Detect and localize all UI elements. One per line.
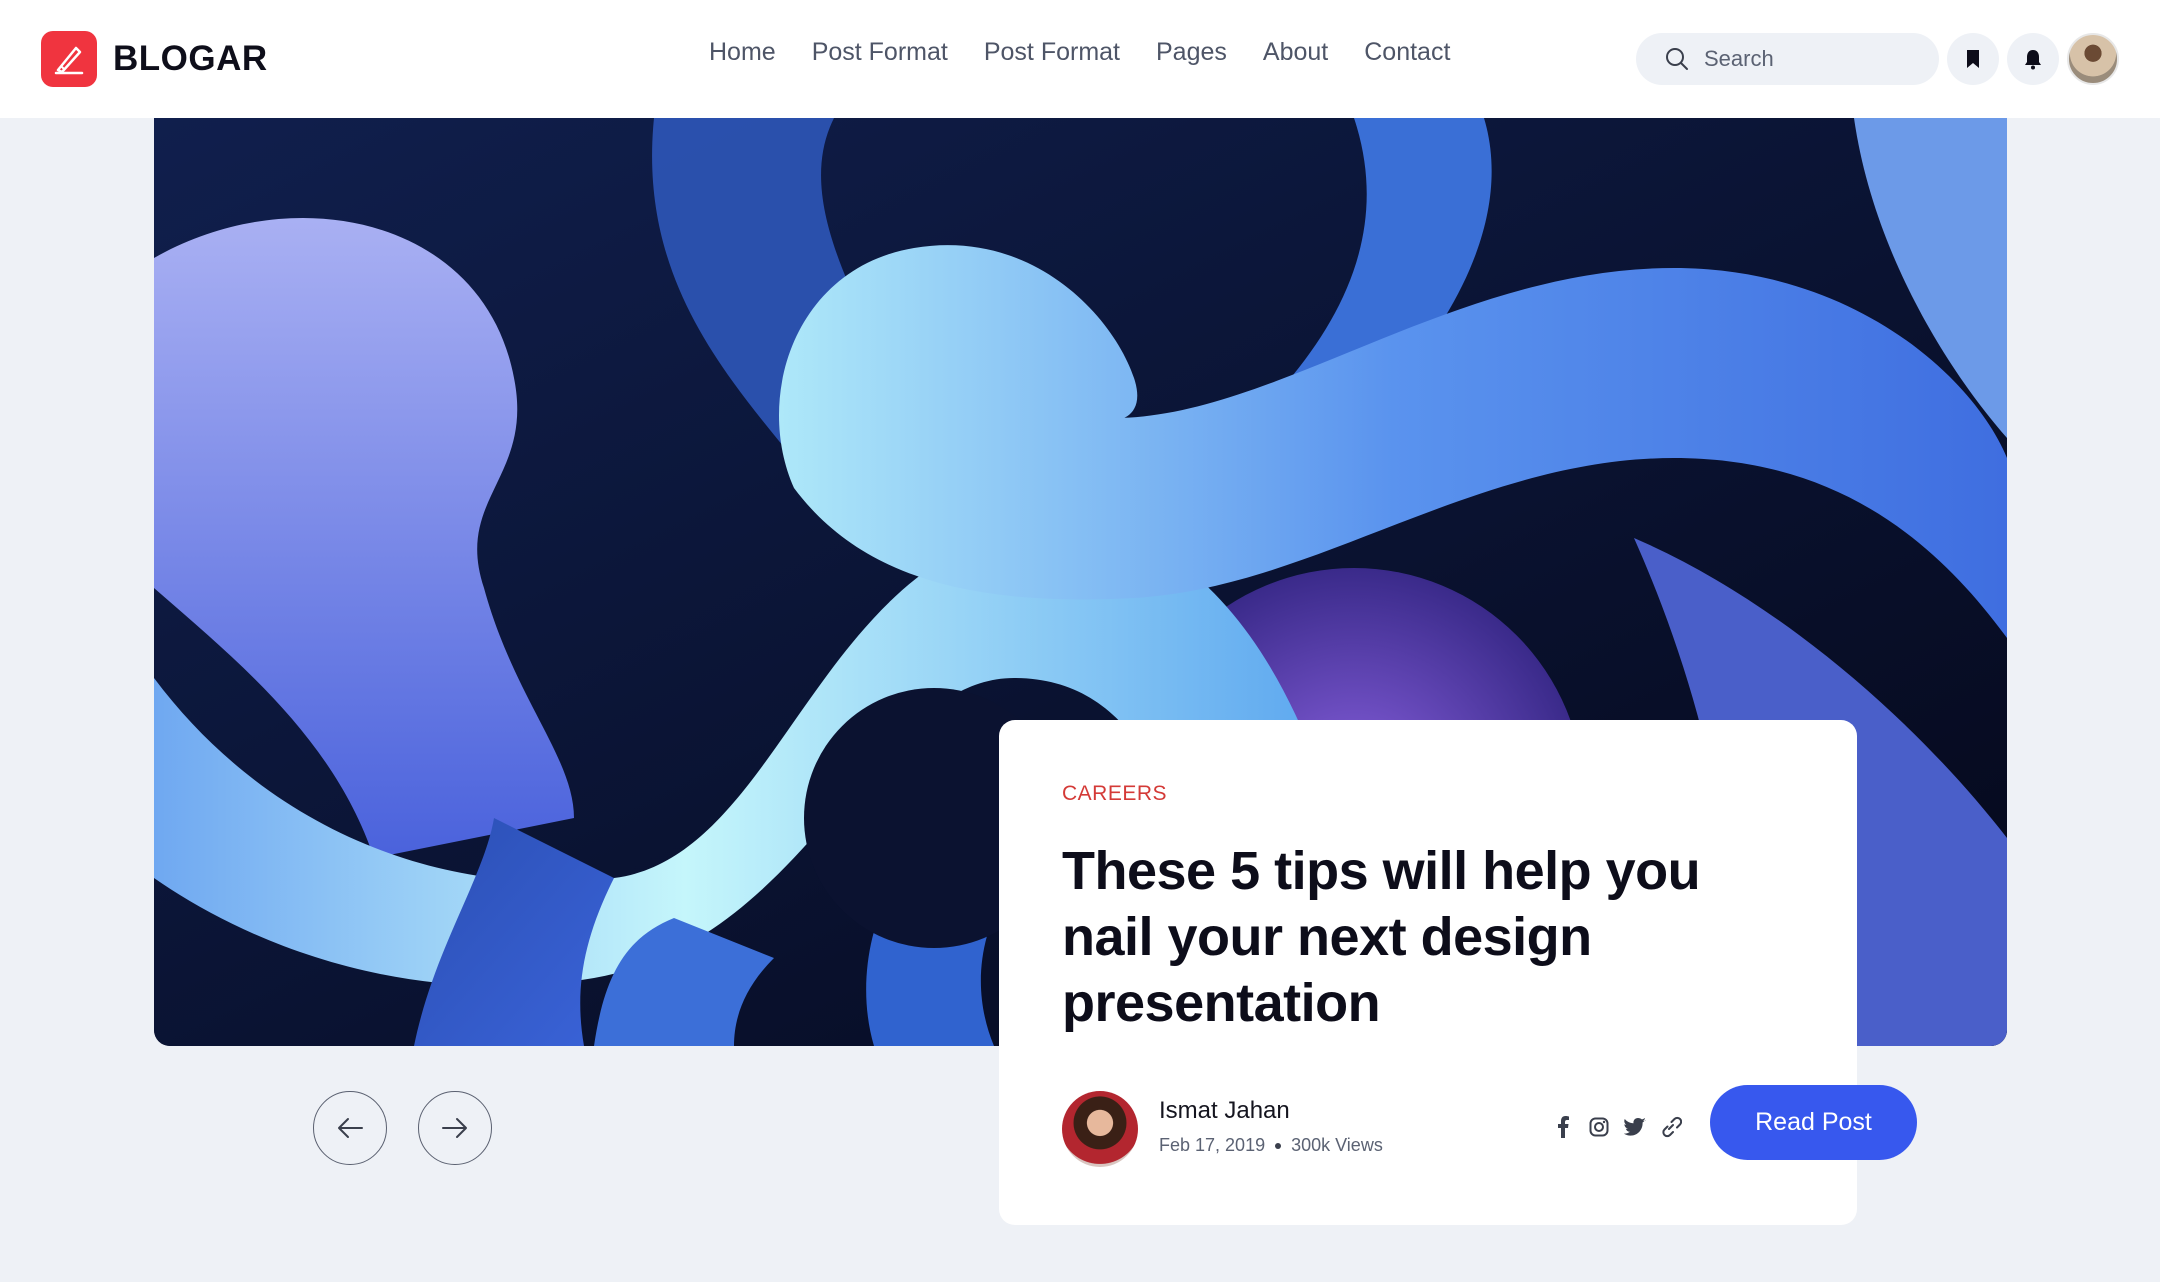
post-meta: Feb 17, 2019 300k Views xyxy=(1159,1135,1383,1156)
post-views: 300k Views xyxy=(1291,1135,1383,1155)
logo[interactable]: BLOGAR xyxy=(41,31,268,87)
author-avatar[interactable] xyxy=(1062,1091,1138,1167)
author-name[interactable]: Ismat Jahan xyxy=(1159,1097,1290,1125)
arrow-left-icon xyxy=(338,1118,363,1138)
user-avatar[interactable] xyxy=(2067,33,2119,85)
search-box[interactable] xyxy=(1636,33,1939,85)
next-slide-button[interactable] xyxy=(418,1091,492,1165)
post-date: Feb 17, 2019 xyxy=(1159,1135,1266,1155)
arrow-right-icon xyxy=(442,1118,467,1138)
nav-item-post-format-2[interactable]: Post Format xyxy=(984,38,1120,67)
logo-text: BLOGAR xyxy=(113,39,268,78)
post-category[interactable]: CAREERS xyxy=(1062,782,1167,806)
read-post-button[interactable]: Read Post xyxy=(1710,1085,1917,1160)
bookmark-button[interactable] xyxy=(1947,33,1999,85)
notification-button[interactable] xyxy=(2007,33,2059,85)
instagram-icon[interactable] xyxy=(1588,1116,1610,1138)
main-nav: Home Post Format Post Format Pages About… xyxy=(709,38,1450,67)
pen-icon xyxy=(41,31,97,87)
social-links xyxy=(1552,1116,1682,1138)
link-icon[interactable] xyxy=(1660,1116,1682,1138)
search-icon xyxy=(1666,48,1688,70)
nav-item-home[interactable]: Home xyxy=(709,38,776,67)
prev-slide-button[interactable] xyxy=(313,1091,387,1165)
twitter-icon[interactable] xyxy=(1624,1116,1646,1138)
nav-item-pages[interactable]: Pages xyxy=(1156,38,1227,67)
nav-item-about[interactable]: About xyxy=(1263,38,1328,67)
bell-icon xyxy=(2025,50,2041,70)
bookmark-icon xyxy=(1967,50,1979,68)
search-input[interactable] xyxy=(1702,45,1926,73)
meta-separator xyxy=(1275,1142,1282,1149)
nav-item-contact[interactable]: Contact xyxy=(1364,38,1450,67)
site-header: BLOGAR Home Post Format Post Format Page… xyxy=(0,0,2160,118)
post-title[interactable]: These 5 tips will help you nail your nex… xyxy=(1062,838,1782,1036)
facebook-icon[interactable] xyxy=(1552,1116,1574,1138)
nav-item-post-format[interactable]: Post Format xyxy=(812,38,948,67)
